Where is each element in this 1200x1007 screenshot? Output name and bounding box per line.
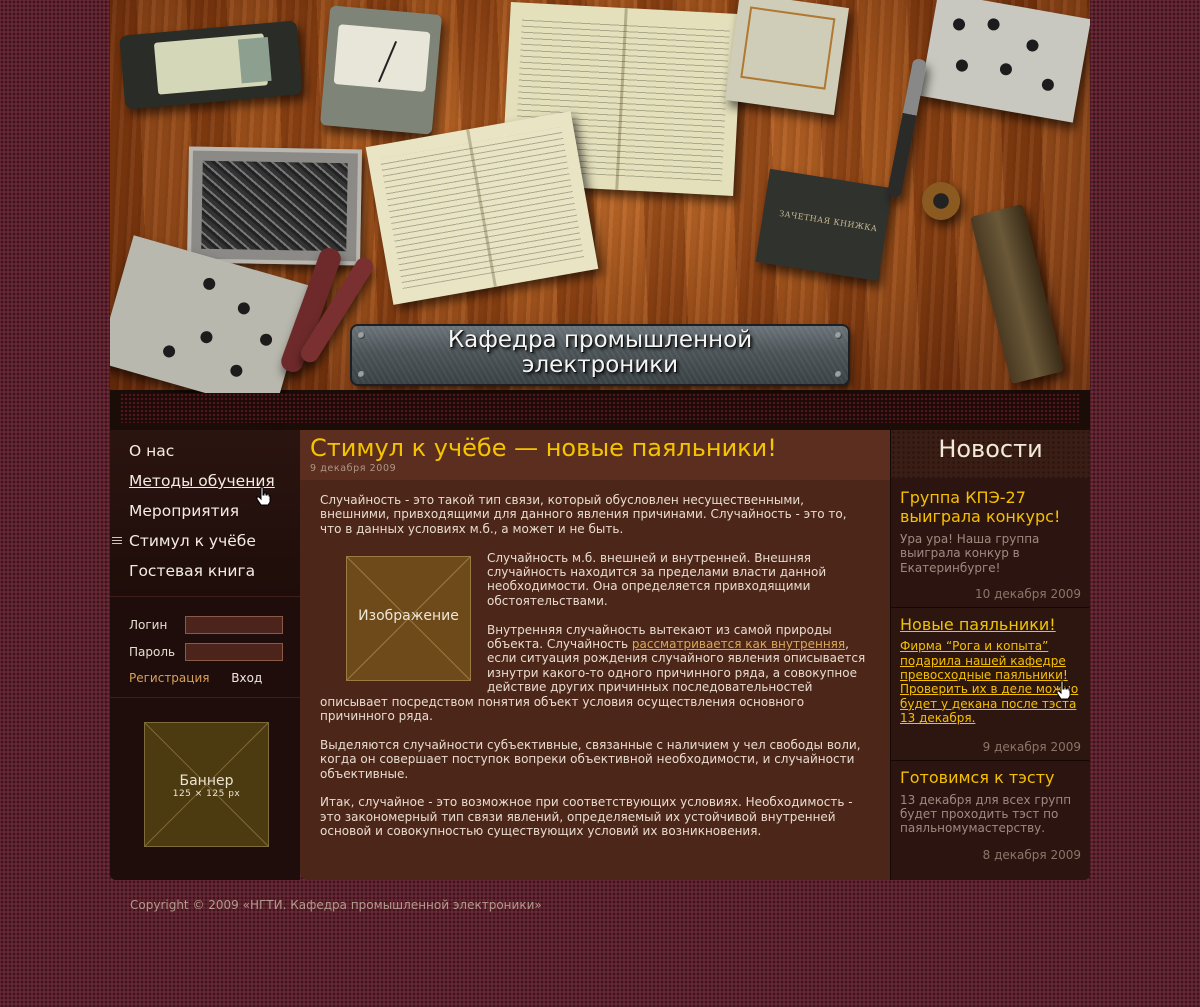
article-title: Стимул к учёбе — новые паяльники! — [310, 434, 777, 462]
content-area: О нас Методы обучения Мероприятия Стимул… — [110, 430, 1090, 880]
password-input[interactable] — [185, 642, 283, 661]
record-book-label: ЗАЧЕТНАЯ КНИЖКА — [778, 208, 879, 234]
article-paragraph: Итак, случайное - это возможное при соот… — [320, 795, 853, 839]
article-image-placeholder: Изображение — [346, 555, 471, 681]
left-sidebar: О нас Методы обучения Мероприятия Стимул… — [110, 430, 300, 880]
terminal-panel-image — [920, 0, 1090, 123]
circuit-board-image — [725, 0, 849, 116]
screwdriver-image — [886, 57, 928, 199]
multimeter-image — [119, 20, 303, 110]
record-book-image: ЗАЧЕТНАЯ КНИЖКА — [755, 168, 893, 282]
news-item: Готовимся к тэсту 13 декабря для всех гр… — [891, 761, 1090, 868]
article-body: Случайность - это такой тип связи, котор… — [300, 480, 890, 839]
login-input[interactable] — [185, 615, 283, 634]
header-decor-strip — [120, 393, 1080, 423]
site-title: Кафедра промышленной электроники — [447, 327, 753, 378]
page: ЗАЧЕТНАЯ КНИЖКА Кафедра промышленной эле… — [110, 0, 1090, 880]
news-item-title[interactable]: Готовимся к тэсту — [900, 768, 1081, 787]
article-paragraph: Случайность - это такой тип связи, котор… — [320, 493, 847, 536]
article-date: 9 декабря 2009 — [310, 463, 397, 474]
menu-item-events[interactable]: Мероприятия — [110, 496, 300, 526]
solder-spool-image — [922, 182, 960, 220]
footer-copyright: Copyright © 2009 «НГТИ. Кафедра промышле… — [130, 898, 542, 912]
article: Стимул к учёбе — новые паяльники! 9 дека… — [300, 430, 890, 880]
news-heading: Новости — [891, 430, 1090, 478]
menu-item-study-incentive[interactable]: Стимул к учёбе — [110, 526, 300, 556]
register-link[interactable]: Регистрация — [129, 671, 209, 685]
login-label: Логин — [129, 617, 168, 632]
banner-size: 125 × 125 px — [172, 789, 241, 799]
news-item: Группа КПЭ-27 выиграла конкурс! Ура ура!… — [891, 478, 1090, 609]
banner-placeholder[interactable]: Баннер 125 × 125 px — [144, 722, 269, 847]
login-button[interactable]: Вход — [231, 671, 262, 685]
password-label: Пароль — [129, 644, 176, 659]
news-item-body[interactable]: Фирма “Рога и копыта” подарила нашей каф… — [900, 639, 1081, 725]
image-label: Изображение — [358, 607, 459, 624]
news-item-body: 13 декабря для всех групп будет проходит… — [900, 792, 1072, 836]
header-desk-photo: ЗАЧЕТНАЯ КНИЖКА Кафедра промышленной эле… — [110, 0, 1090, 413]
article-paragraph: Выделяются случайности субъективные, свя… — [320, 737, 861, 781]
wattmeter-image — [319, 5, 443, 135]
notebook-image — [365, 111, 599, 305]
main-menu: О нас Методы обучения Мероприятия Стимул… — [110, 430, 300, 597]
news-item-date: 8 декабря 2009 — [982, 847, 1081, 862]
article-inline-link[interactable]: рассматривается как внутренняя — [632, 637, 845, 651]
article-header: Стимул к учёбе — новые паяльники! 9 дека… — [300, 430, 890, 480]
news-sidebar: Новости Группа КПЭ-27 выиграла конкурс! … — [890, 430, 1090, 880]
components-box-image — [187, 146, 362, 266]
news-item-date: 9 декабря 2009 — [982, 739, 1081, 754]
site-title-plate: Кафедра промышленной электроники — [352, 326, 848, 384]
soldering-iron-image — [969, 204, 1065, 384]
news-item-date: 10 декабря 2009 — [975, 587, 1081, 602]
site-header: ЗАЧЕТНАЯ КНИЖКА Кафедра промышленной эле… — [110, 0, 1090, 430]
news-item-title[interactable]: Новые паяльники! — [900, 615, 1081, 634]
news-item[interactable]: Новые паяльники! Фирма “Рога и копыта” п… — [891, 608, 1090, 761]
menu-item-about[interactable]: О нас — [110, 436, 300, 466]
news-item-title[interactable]: Группа КПЭ-27 выиграла конкурс! — [900, 488, 1081, 526]
banner-label: Баннер — [179, 773, 234, 789]
menu-item-teaching-methods[interactable]: Методы обучения — [110, 466, 300, 496]
news-item-body: Ура ура! Наша группа выиграла конкур в Е… — [900, 532, 1040, 575]
login-form: Логин Пароль Регистрация Вход — [110, 597, 300, 698]
menu-item-guestbook[interactable]: Гостевая книга — [110, 556, 300, 586]
